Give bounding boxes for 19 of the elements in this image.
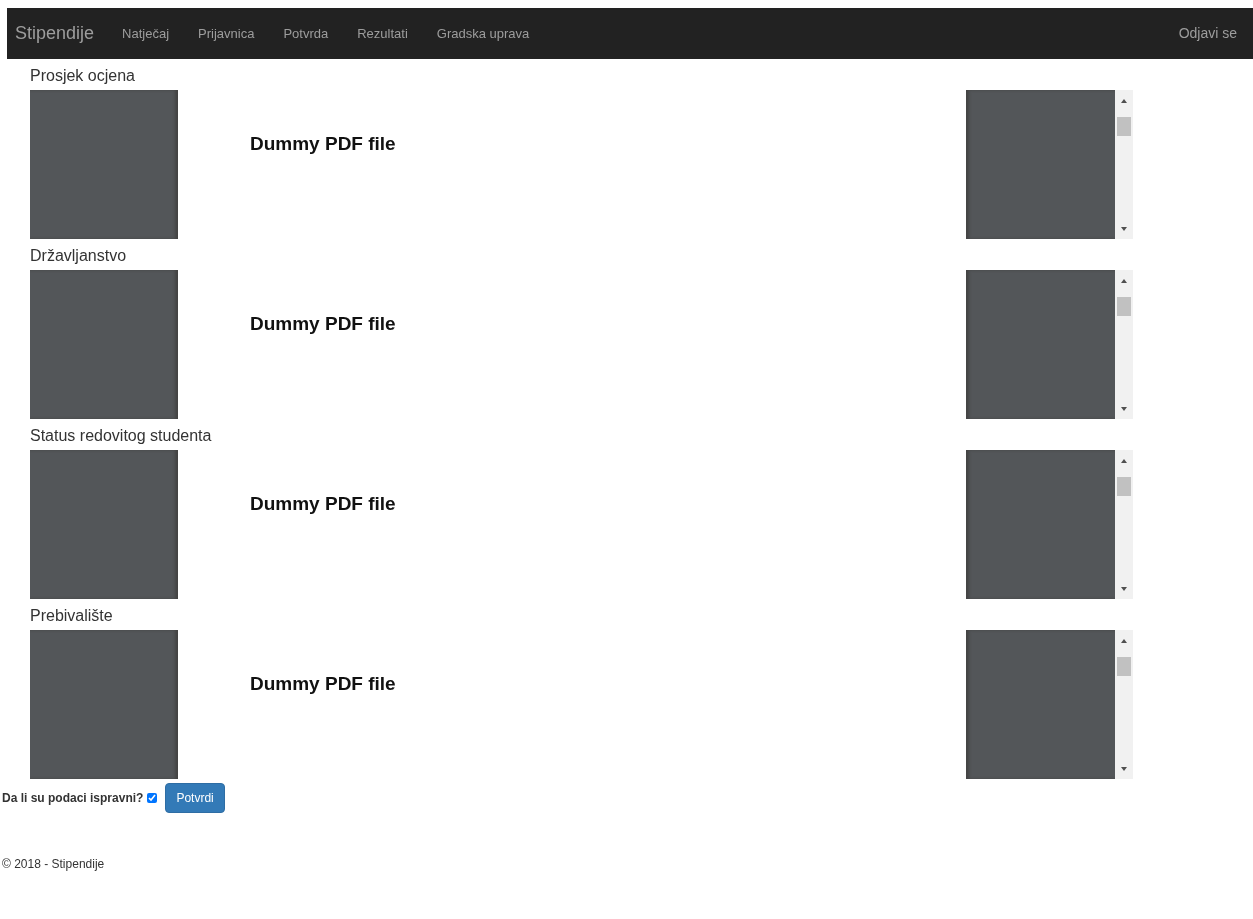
nav-link[interactable]: Natječaj [122, 23, 170, 44]
footer-text: © 2018 - Stipendije [2, 856, 105, 873]
pdf-text: Dummy PDF file [250, 672, 396, 696]
logout-link[interactable]: Odjavi se [1178, 23, 1237, 44]
document-title: Prebivalište [30, 606, 114, 626]
nav-link[interactable]: Gradska uprava [436, 23, 530, 44]
document-title: Status redovitog studenta [30, 426, 213, 446]
pdf-text: Dummy PDF file [250, 312, 396, 336]
document-title: Državljanstvo [30, 246, 128, 266]
pdf-text: Dummy PDF file [250, 132, 396, 156]
document-title: Prosjek ocjena [30, 66, 136, 86]
confirm-button[interactable]: Potvrdi [165, 783, 225, 813]
confirm-label: Da li su podaci ispravni? [2, 790, 144, 807]
brand-link[interactable]: Stipendije [15, 20, 95, 47]
pdf-text: Dummy PDF file [250, 492, 396, 516]
checkbox[interactable] [147, 793, 158, 803]
nav-link[interactable]: Potvrda [283, 23, 329, 44]
nav-link[interactable]: Prijavnica [198, 23, 255, 44]
nav-link[interactable]: Rezultati [357, 23, 408, 44]
